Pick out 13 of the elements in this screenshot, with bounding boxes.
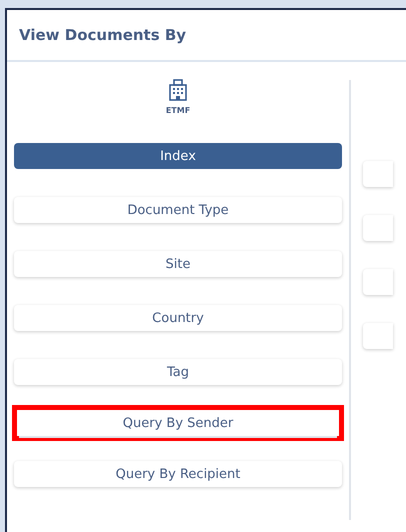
view-option-button[interactable]: Document Type <box>14 197 342 223</box>
panel-title: View Documents By <box>19 26 186 44</box>
view-option-button[interactable] <box>363 215 393 241</box>
column-heading: ETMF <box>166 106 190 115</box>
building-icon <box>169 79 187 101</box>
view-option-button[interactable] <box>363 323 393 349</box>
view-option-button[interactable] <box>363 161 393 187</box>
view-option-button[interactable]: Country <box>14 305 342 331</box>
view-option-button[interactable] <box>363 269 393 295</box>
view-option-button[interactable]: Site <box>14 251 342 277</box>
view-option-button[interactable]: Query By Recipient <box>14 461 342 487</box>
view-option-button[interactable]: Index <box>14 143 342 169</box>
view-option-button[interactable]: Tag <box>14 359 342 385</box>
